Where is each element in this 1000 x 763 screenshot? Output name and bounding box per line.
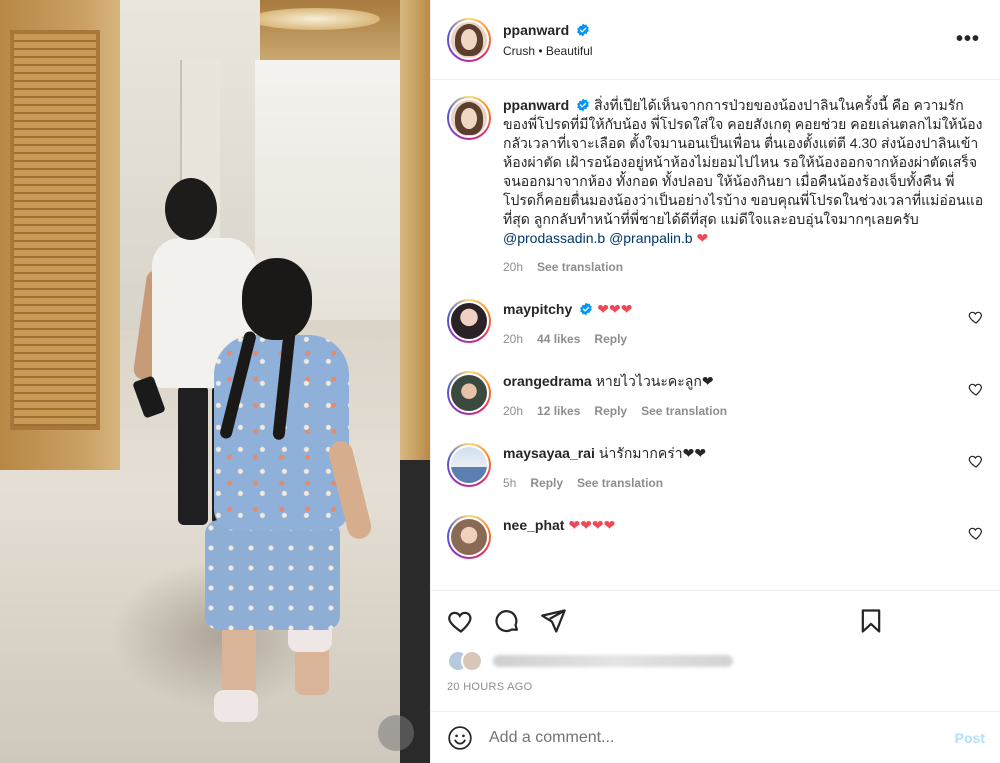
author-username[interactable]: ppanward (503, 22, 569, 38)
post-audio-subtitle[interactable]: Crush • Beautiful (503, 44, 952, 58)
author-avatar[interactable] (447, 17, 491, 62)
post-photo[interactable] (0, 0, 430, 763)
girl-head (242, 258, 312, 340)
share-send-icon[interactable] (539, 607, 567, 635)
commenter-avatar[interactable] (447, 515, 491, 559)
commenter-avatar[interactable] (447, 371, 491, 415)
verified-badge-icon (577, 23, 589, 36)
caption-text: สิ่งที่เปียได้เห็นจากการป่วยของน้องปาลิน… (503, 97, 984, 227)
photo-overlay-dot (378, 715, 414, 751)
boy-head (165, 178, 217, 240)
verified-badge-icon (580, 302, 593, 316)
commenter-username[interactable]: maypitchy (503, 301, 572, 317)
girl-shoe (214, 690, 258, 722)
girl-shorts (205, 520, 340, 630)
boy-leg (178, 385, 208, 525)
more-options-icon[interactable]: ••• (952, 24, 984, 55)
comment-bubble-icon[interactable] (493, 607, 521, 635)
caption-username[interactable]: ppanward (503, 97, 569, 113)
post-caption: ppanward สิ่งที่เปียได้เห็นจากการป่วยของ… (447, 96, 984, 277)
see-translation-link[interactable]: See translation (577, 473, 663, 493)
comment-input[interactable] (489, 728, 955, 747)
caption-avatar[interactable] (447, 96, 491, 140)
comment-text: น่ารักมากคร่า❤❤ (598, 445, 707, 461)
instagram-post-modal: ppanward Crush • Beautiful ••• ppanward (0, 0, 1000, 763)
heart-outline-icon[interactable] (968, 309, 984, 325)
heart-emoji: ❤ (696, 230, 709, 246)
comment-time[interactable]: 20h (503, 401, 523, 421)
commenter-username[interactable]: maysayaa_rai (503, 445, 595, 461)
like-heart-icon[interactable] (447, 607, 475, 635)
post-comment-button[interactable]: Post (955, 730, 985, 746)
comment-likes[interactable]: 12 likes (537, 401, 580, 421)
liked-by-blurred-text (493, 655, 733, 667)
comment-time[interactable]: 5h (503, 473, 516, 493)
commenter-avatar[interactable] (447, 443, 491, 487)
liked-by-row[interactable] (447, 647, 985, 675)
heart-outline-icon[interactable] (968, 525, 984, 541)
verified-badge-icon (577, 98, 589, 112)
caption-time[interactable]: 20h (503, 258, 523, 277)
add-comment-bar: Post (431, 711, 1000, 763)
liker-avatar (461, 650, 483, 672)
mention-link[interactable]: @prodassadin.b (503, 230, 605, 246)
reply-button[interactable]: Reply (530, 473, 563, 493)
see-translation-link[interactable]: See translation (537, 258, 623, 277)
post-timestamp[interactable]: 20 HOURS AGO (447, 681, 985, 693)
heart-outline-icon[interactable] (968, 381, 984, 397)
reply-button[interactable]: Reply (594, 401, 627, 421)
comment-time[interactable]: 20h (503, 329, 523, 349)
comment-text: ❤❤❤❤ (568, 517, 616, 533)
comment-text: หายไวไวนะคะลูก❤ (595, 373, 714, 389)
comment-item: nee_phat ❤❤❤❤ (447, 515, 984, 559)
photo-right-wall (400, 0, 430, 460)
post-details-panel: ppanward Crush • Beautiful ••• ppanward (430, 0, 1000, 763)
comments-scroll-area[interactable]: ppanward สิ่งที่เปียได้เห็นจากการป่วยของ… (431, 80, 1000, 590)
commenter-avatar[interactable] (447, 299, 491, 343)
commenter-username[interactable]: orangedrama (503, 373, 592, 389)
comment-likes[interactable]: 44 likes (537, 329, 580, 349)
girl-leg (222, 625, 256, 695)
mention-link[interactable]: @pranpalin.b (609, 230, 693, 246)
comment-item: maysayaa_rai น่ารักมากคร่า❤❤ 5h Reply See… (447, 443, 984, 493)
comment-text: ❤❤❤ (597, 301, 633, 317)
post-header: ppanward Crush • Beautiful ••• (431, 0, 1000, 80)
comment-item: maypitchy ❤❤❤ 20h 44 likes Reply (447, 299, 984, 349)
heart-outline-icon[interactable] (968, 453, 984, 469)
save-bookmark-icon[interactable] (857, 607, 885, 635)
emoji-icon[interactable] (447, 725, 473, 751)
see-translation-link[interactable]: See translation (641, 401, 727, 421)
commenter-username[interactable]: nee_phat (503, 517, 564, 533)
photo-ceiling-light (250, 8, 380, 30)
comment-item: orangedrama หายไวไวนะคะลูก❤ 20h 12 likes … (447, 371, 984, 421)
reply-button[interactable]: Reply (594, 329, 627, 349)
photo-louver-panel (10, 30, 100, 430)
post-actions: 20 HOURS AGO Post (431, 590, 1000, 763)
